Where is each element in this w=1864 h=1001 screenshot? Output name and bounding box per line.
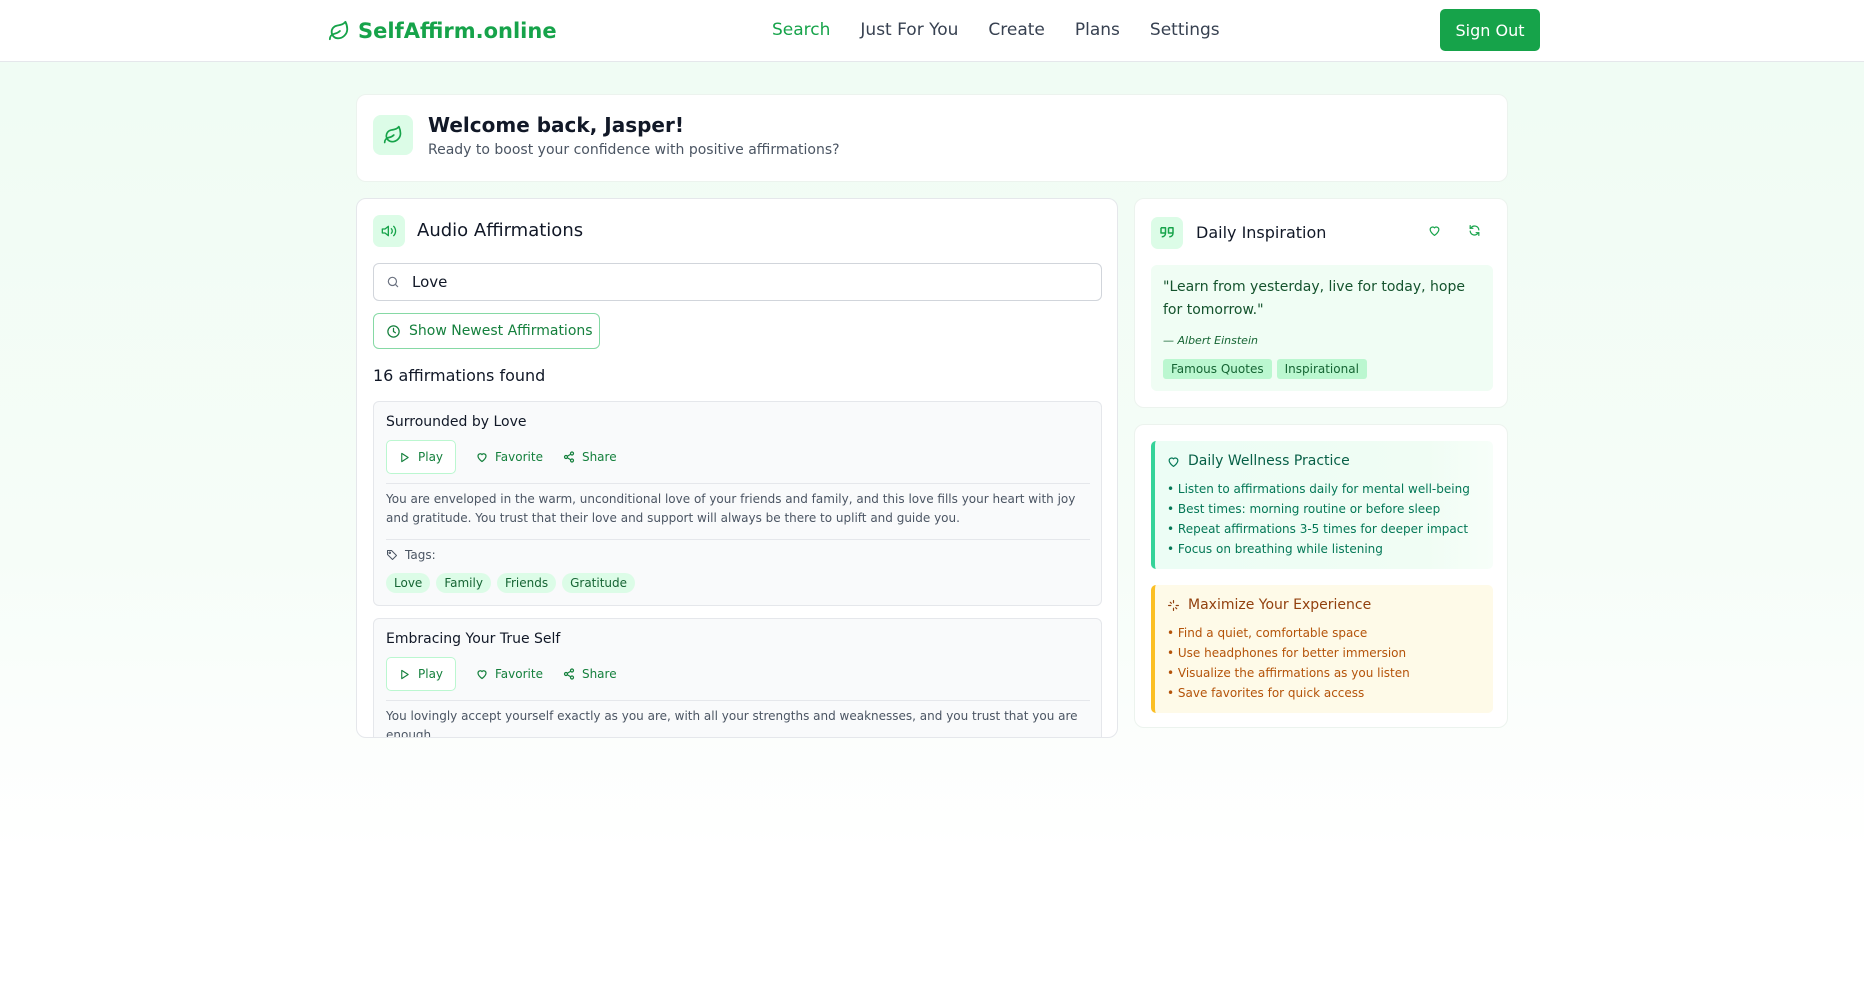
nav-plans[interactable]: Plans [1075,18,1120,42]
list-item: • Find a quiet, comfortable space [1167,626,1368,640]
affirmation-title: Embracing Your True Self [386,631,561,647]
nav-just-for-you[interactable]: Just For You [860,18,958,42]
maximize-tip-list: • Find a quiet, comfortable space • Use … [1167,623,1410,703]
tag-family[interactable]: Family [436,573,491,593]
share-icon [563,668,575,680]
wellness-tip-title: Daily Wellness Practice [1188,453,1350,469]
heart-icon [476,668,488,680]
main-nav: Search Just For You Create Plans Setting… [772,18,1250,42]
list-item: • Save favorites for quick access [1167,686,1365,700]
audio-affirmations-panel: Audio Affirmations Show Newest Affirmati… [356,198,1118,738]
tag-icon [386,549,398,561]
quote-tag-list: Famous Quotes Inspirational [1163,359,1367,379]
affirmation-actions: Play Favorite Share [386,440,627,474]
results-count: 16 affirmations found [373,366,546,385]
volume-icon [373,215,405,247]
tag-inspirational[interactable]: Inspirational [1276,359,1367,379]
welcome-subtitle: Ready to boost your confidence with posi… [428,142,840,158]
audio-panel-title: Audio Affirmations [417,220,584,241]
list-item: • Focus on breathing while listening [1167,542,1383,556]
play-button[interactable]: Play [386,657,456,691]
sign-out-button[interactable]: Sign Out [1440,9,1540,51]
divider [386,483,1090,484]
divider [386,539,1090,540]
list-item: • Listen to affirmations daily for menta… [1167,482,1470,496]
sparkle-icon [1167,599,1180,612]
list-item: • Use headphones for better immersion [1167,646,1407,660]
share-label: Share [581,450,617,464]
tips-card: Daily Wellness Practice • Listen to affi… [1134,424,1508,728]
play-button[interactable]: Play [386,440,456,474]
quote-text: "Learn from yesterday, live for today, h… [1163,279,1465,318]
tags-label-text: Tags: [405,548,436,562]
affirmation-title: Surrounded by Love [386,414,527,430]
share-label: Share [581,667,617,681]
affirmation-actions: Play Favorite Share [386,657,627,691]
tag-list: Love Family Friends Gratitude [386,573,636,593]
show-newest-button[interactable]: Show Newest Affirmations [373,313,600,349]
brand-logo[interactable]: SelfAffirm.online [328,16,557,46]
affirmation-card: Embracing Your True Self Play Favorite S… [373,618,1102,738]
leaf-icon [328,20,350,42]
nav-search[interactable]: Search [772,18,830,42]
share-button[interactable]: Share [563,440,617,474]
heart-icon [1167,455,1180,468]
quote-icon [1151,217,1183,249]
wellness-tip: Daily Wellness Practice • Listen to affi… [1151,441,1493,569]
wellness-tip-header: Daily Wellness Practice [1167,453,1350,469]
tags-label: Tags: [386,548,436,562]
play-label: Play [418,450,444,464]
refresh-icon[interactable] [1468,224,1481,237]
tag-famous-quotes[interactable]: Famous Quotes [1163,359,1272,379]
list-item: • Best times: morning routine or before … [1167,502,1441,516]
inspiration-title: Daily Inspiration [1196,223,1327,242]
quote-author: — Albert Einstein [1163,334,1258,347]
favorite-label: Favorite [495,667,543,681]
affirmation-description: You lovingly accept yourself exactly as … [386,709,1078,738]
tag-friends[interactable]: Friends [496,573,557,593]
favorite-button[interactable]: Favorite [476,440,543,474]
maximize-tip-title: Maximize Your Experience [1188,597,1372,613]
show-newest-label: Show Newest Affirmations [409,323,593,339]
favorite-label: Favorite [495,450,543,464]
list-item: • Repeat affirmations 3-5 times for deep… [1167,522,1469,536]
play-label: Play [418,667,444,681]
list-item: • Visualize the affirmations as you list… [1167,666,1410,680]
maximize-tip-header: Maximize Your Experience [1167,597,1371,613]
play-icon [399,669,410,680]
heart-icon [476,451,488,463]
daily-inspiration-card: Daily Inspiration "Learn from yesterday,… [1134,198,1508,408]
play-icon [399,452,410,463]
welcome-title: Welcome back, Jasper! [428,113,684,137]
share-button[interactable]: Share [563,657,617,691]
tag-gratitude[interactable]: Gratitude [562,573,636,593]
share-icon [563,451,575,463]
nav-create[interactable]: Create [988,18,1045,42]
nav-settings[interactable]: Settings [1150,18,1220,42]
clock-icon [386,324,401,339]
heart-icon[interactable] [1428,224,1441,237]
brand-name: SelfAffirm.online [358,19,557,43]
maximize-tip: Maximize Your Experience • Find a quiet,… [1151,585,1493,713]
top-navbar: SelfAffirm.online Search Just For You Cr… [0,0,1864,62]
favorite-button[interactable]: Favorite [476,657,543,691]
search-icon [386,275,400,289]
search-input[interactable] [412,270,1082,294]
quote-box: "Learn from yesterday, live for today, h… [1151,265,1493,391]
affirmation-card: Surrounded by Love Play Favorite Share Y… [373,401,1102,606]
search-field[interactable] [373,263,1102,301]
wellness-tip-list: • Listen to affirmations daily for menta… [1167,479,1470,559]
welcome-card: Welcome back, Jasper! Ready to boost you… [356,94,1508,182]
leaf-icon [373,115,413,155]
divider [386,700,1090,701]
tag-love[interactable]: Love [386,573,431,593]
affirmation-description: You are enveloped in the warm, unconditi… [386,492,1076,525]
